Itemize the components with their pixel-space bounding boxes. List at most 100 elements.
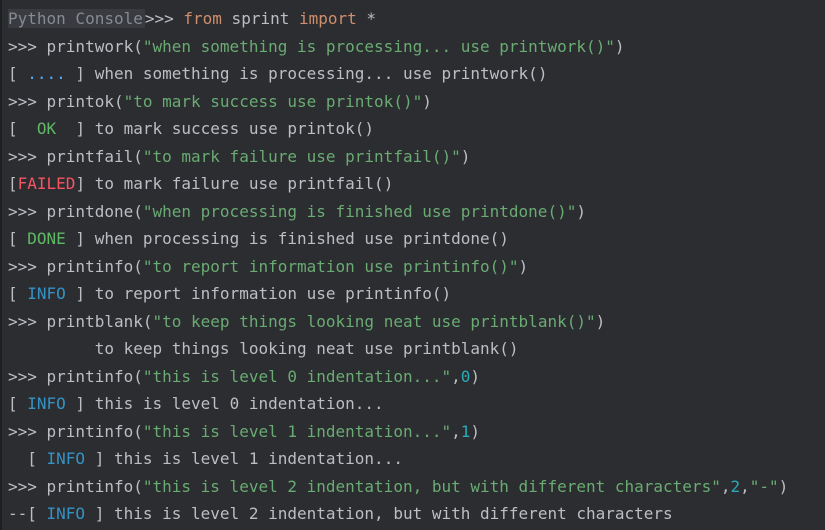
code-text: * [356,9,377,28]
string-literal: "to report information use printinfo()" [142,257,519,276]
console-output-line: [ INFO ] this is level 1 indentation... [8,448,403,470]
function-call: printinfo( [46,367,143,386]
output-text: this is level 1 indentation... [113,449,403,468]
string-literal: "when something is processing... use pri… [142,37,615,56]
bracket-close: ] [65,229,95,248]
bracket-close: ] [56,119,95,138]
bracket-close: ] [65,394,95,413]
console-input-line: >>> printinfo("this is level 0 indentati… [8,366,480,388]
prompt: >>> [8,147,47,166]
function-call: printinfo( [46,422,143,441]
output-text: when something is processing... use prin… [94,64,548,83]
comma: , [740,477,750,496]
bracket-open: [ [8,284,28,303]
string-literal: "-" [749,477,779,496]
bracket-open: [ [8,119,37,138]
number-literal: 0 [460,367,471,386]
console-title-tab[interactable]: Python Console [8,9,145,28]
console-input-line: >>> printfail("to mark failure use print… [8,146,470,168]
console-output-line: [ INFO ] this is level 0 indentation... [8,393,384,415]
status-tag-ok: OK [36,119,57,138]
string-literal: "this is level 2 indentation, but with d… [142,477,721,496]
close-paren: ) [470,367,481,386]
status-tag-info: INFO [27,284,66,303]
string-literal: "when processing is finished use printdo… [142,202,577,221]
bracket-open: [ [8,174,18,193]
output-text: to keep things looking neat use printbla… [8,339,519,358]
close-paren: ) [614,37,625,56]
bracket-close: ] [85,449,114,468]
console-input-line: >>> printinfo("this is level 1 indentati… [8,421,480,443]
console-input-line: >>> printinfo("this is level 2 indentati… [8,476,788,498]
function-call: printok( [46,92,124,111]
console-output-line: [FAILED] to mark failure use printfail() [8,173,393,195]
function-call: printfail( [46,147,143,166]
console-input-line: >>> printinfo("to report information use… [8,256,528,278]
bracket-open: --[ [8,504,47,523]
output-text: to mark success use printok() [94,119,375,138]
python-console[interactable]: Python Console >>> from sprint import * >… [0,0,825,530]
prompt: >>> [8,37,47,56]
function-call: printinfo( [46,477,143,496]
prompt: >>> [8,257,47,276]
console-output-line: [ OK ] to mark success use printok() [8,118,374,140]
prompt: >>> [8,367,47,386]
status-tag-info: INFO [46,449,86,468]
code-text: sprint [221,9,299,28]
status-tag-info: INFO [27,394,66,413]
function-call: printinfo( [46,257,143,276]
keyword: import [298,9,357,28]
output-text: to mark failure use printfail() [94,174,394,193]
comma: , [451,422,461,441]
console-input-line: >>> printdone("when processing is finish… [8,201,586,223]
number-literal: 1 [460,422,471,441]
prompt: >>> [8,422,47,441]
string-literal: "to mark failure use printfail()" [142,147,461,166]
status-tag-failed: FAILED [17,174,76,193]
string-literal: "to mark success use printok()" [123,92,423,111]
status-tag-info: INFO [46,504,86,523]
string-literal: "to keep things looking neat use printbl… [152,312,596,331]
close-paren: ) [778,477,789,496]
bracket-close: ] [65,64,95,83]
console-output-line: --[ INFO ] this is level 2 indentation, … [8,503,673,525]
number-literal: 2 [730,477,741,496]
string-literal: "this is level 1 indentation..." [142,422,452,441]
console-output-line: [ INFO ] to report information use print… [8,283,451,305]
string-literal: "this is level 0 indentation..." [142,367,452,386]
prompt: >>> [8,92,47,111]
status-tag-done: DONE [27,229,66,248]
console-output-line: to keep things looking neat use printbla… [8,338,519,360]
output-text: to report information use printinfo() [94,284,452,303]
close-paren: ) [576,202,586,221]
function-call: printblank( [46,312,153,331]
console-input-line: >>> printwork("when something is process… [8,36,625,58]
bracket-close: ] [85,504,114,523]
close-paren: ) [422,92,432,111]
bracket-close: ] [75,174,95,193]
console-output-line: [ DONE ] when processing is finished use… [8,228,509,250]
function-call: printwork( [46,37,143,56]
output-text: this is level 0 indentation... [94,394,384,413]
prompt: >>> [8,202,47,221]
console-input-line: >>> printblank("to keep things looking n… [8,311,605,333]
bracket-open: [ [8,229,28,248]
close-paren: ) [470,422,481,441]
console-line: Python Console >>> from sprint import * [8,8,376,30]
close-paren: ) [460,147,471,166]
close-paren: ) [595,312,606,331]
prompt: >>> [8,312,47,331]
prompt: >>> [144,9,184,28]
bracket-close: ] [65,284,95,303]
status-tag-work: .... [27,64,66,83]
bracket-open: [ [8,394,28,413]
prompt: >>> [8,477,47,496]
console-input-line: >>> printok("to mark success use printok… [8,91,432,113]
output-text: this is level 2 indentation, but with di… [113,504,673,523]
comma: , [451,367,461,386]
bracket-open: [ [8,449,47,468]
bracket-open: [ [8,64,28,83]
keyword: from [183,9,222,28]
close-paren: ) [518,257,529,276]
console-output-line: [ .... ] when something is processing...… [8,63,547,85]
